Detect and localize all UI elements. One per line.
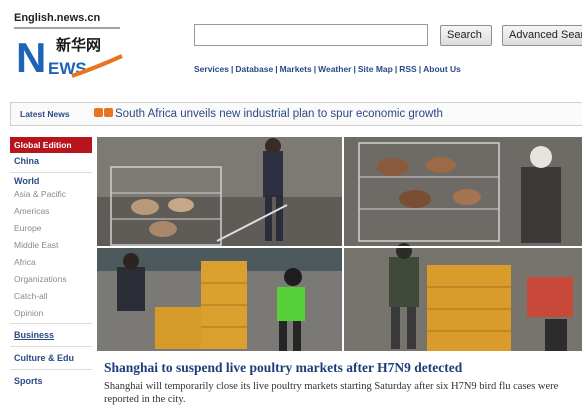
latest-news-label: Latest News (20, 109, 70, 119)
nav-rss[interactable]: RSS (399, 64, 416, 74)
sidebar-item-organizations[interactable]: Organizations (10, 273, 92, 286)
latest-news-bar: Latest News South Africa unveils new ind… (10, 102, 582, 126)
photo-poultry-market (97, 137, 582, 351)
advanced-search-button[interactable]: Advanced Search (502, 25, 582, 46)
sidebar-item-asia-pacific[interactable]: Asia & Pacific (10, 188, 92, 201)
top-navigation: Services | Database | Markets | Weather | Site M… (194, 64, 461, 74)
search-input[interactable] (194, 24, 428, 46)
xinhua-logo-graphic: N 新华网 EWS (14, 27, 123, 81)
logo-n-letter: N (16, 34, 46, 81)
nav-about-us[interactable]: About Us (423, 64, 461, 74)
nav-site-map[interactable]: Site Map (358, 64, 393, 74)
logo-chinese: 新华网 (56, 36, 101, 54)
sidebar-item-world[interactable]: World (10, 173, 92, 188)
nav-database[interactable]: Database (235, 64, 273, 74)
headline-photo-collage[interactable] (97, 137, 582, 351)
sidebar-item-catch-all[interactable]: Catch-all (10, 290, 92, 303)
sidebar-item-business[interactable]: Business (10, 327, 92, 347)
sidebar-item-europe[interactable]: Europe (10, 222, 92, 235)
sidebar-item-china[interactable]: China (10, 153, 92, 173)
sidebar-item-sports[interactable]: Sports (10, 370, 92, 390)
sidebar-item-culture-edu[interactable]: Culture & Edu (10, 347, 92, 370)
site-url: English.news.cn (14, 12, 101, 24)
nav-services[interactable]: Services (194, 64, 229, 74)
sidebar-item-middle-east[interactable]: Middle East (10, 239, 92, 252)
article-summary: Shanghai will temporarily close its live… (104, 381, 559, 405)
xinhua-logo[interactable]: N 新华网 EWS (14, 26, 124, 86)
sidebar-global-edition[interactable]: Global Edition (10, 137, 92, 153)
search-button[interactable]: Search (440, 25, 492, 46)
nav-weather[interactable]: Weather (318, 64, 351, 74)
article-headline[interactable]: Shanghai to suspend live poultry markets… (104, 360, 462, 376)
sidebar: Global Edition China World Asia & Pacifi… (10, 137, 92, 390)
nav-markets[interactable]: Markets (280, 64, 312, 74)
logo-ews: EWS (48, 59, 87, 78)
sidebar-item-americas[interactable]: Americas (10, 205, 92, 218)
sidebar-item-africa[interactable]: Africa (10, 256, 92, 269)
sidebar-item-opinion[interactable]: Opinion (10, 307, 92, 324)
latest-news-headline[interactable]: South Africa unveils new industrial plan… (115, 108, 443, 120)
double-arrow-icon (94, 108, 114, 119)
